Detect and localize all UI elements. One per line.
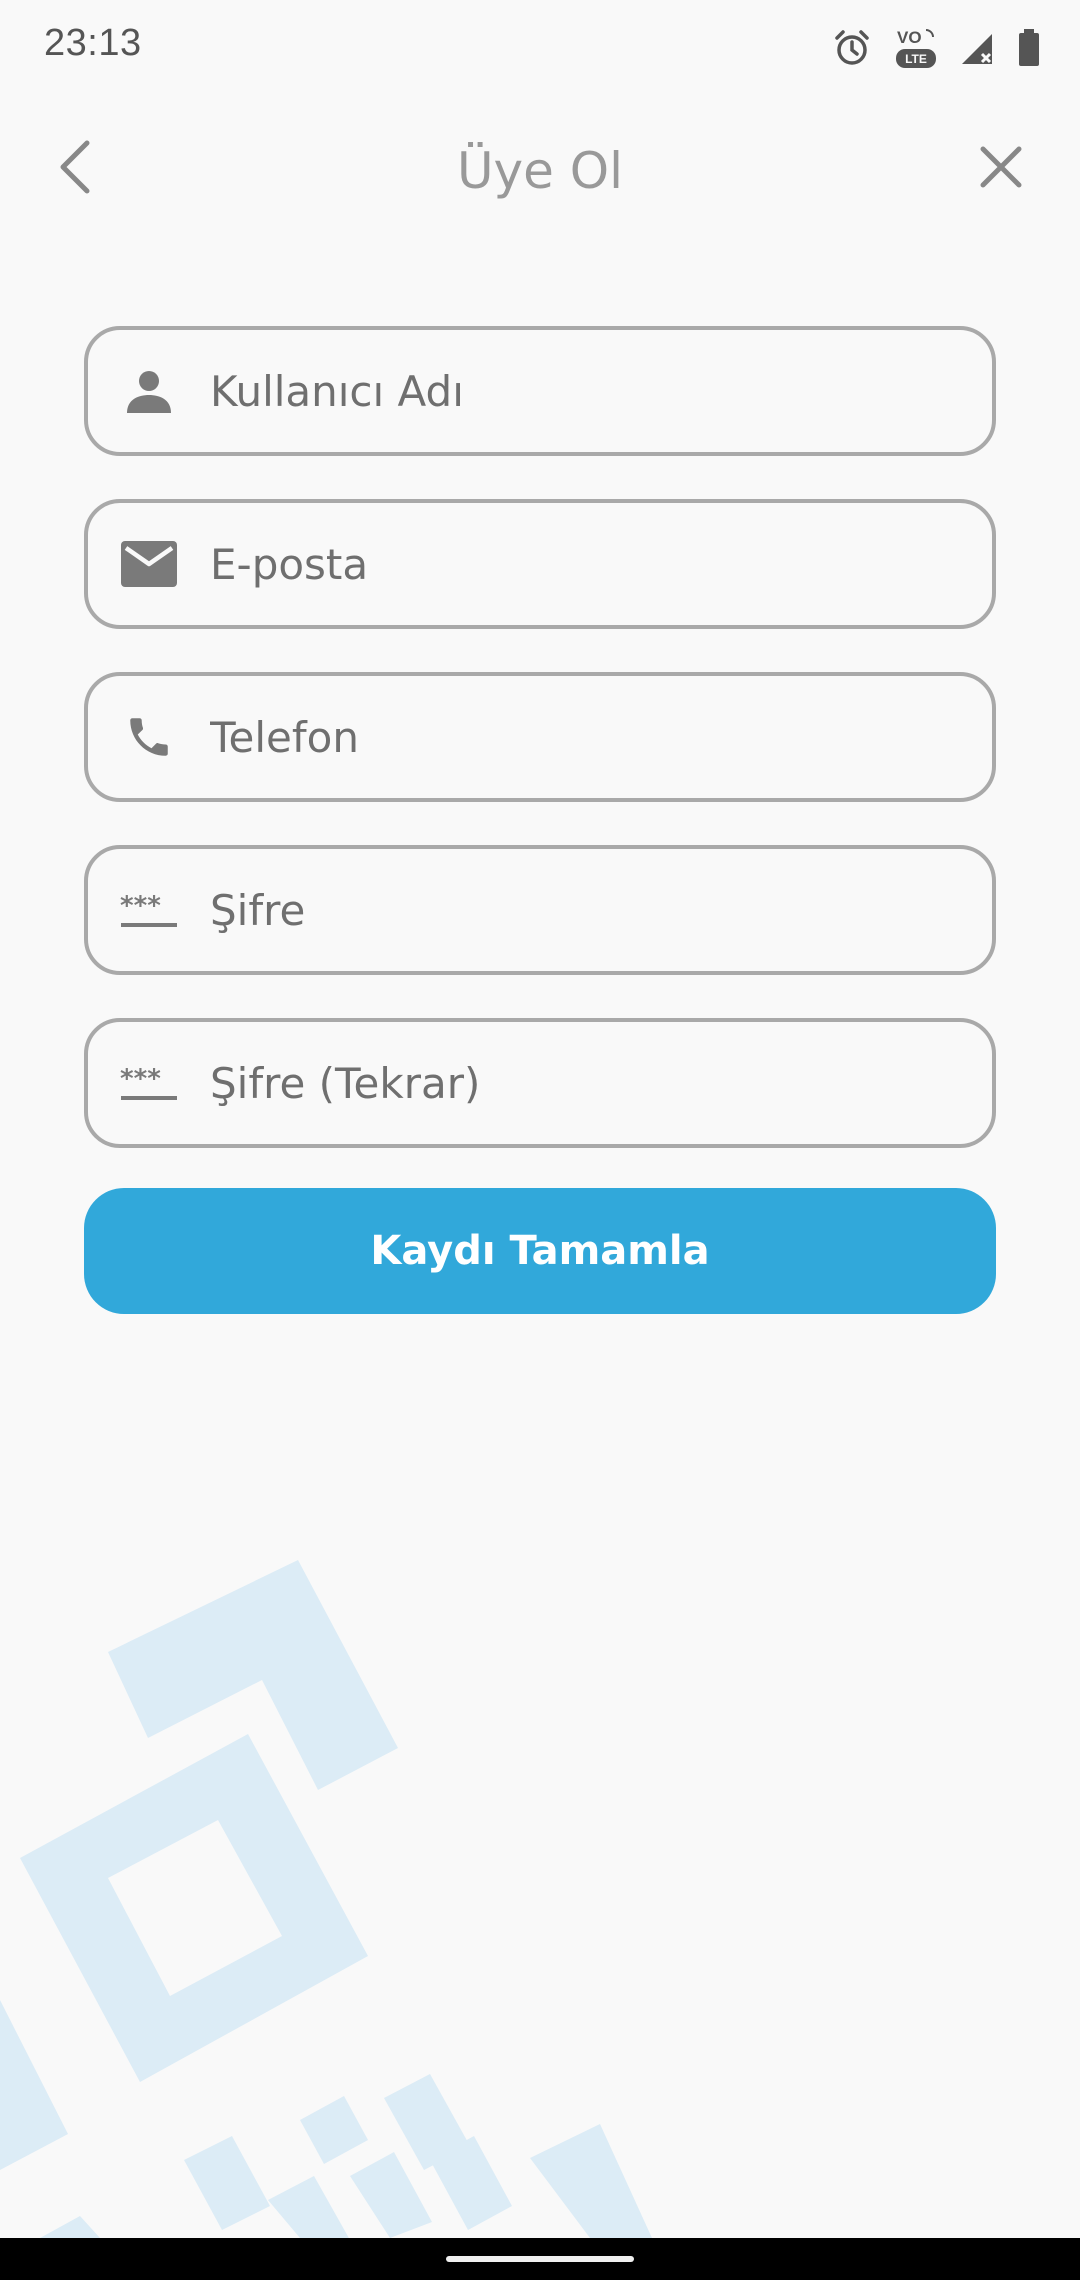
close-button[interactable] (966, 132, 1036, 202)
battery-icon (1018, 29, 1040, 67)
status-bar: 23:13 VO LTE (0, 0, 1080, 96)
close-icon (980, 146, 1022, 188)
background-pattern (0, 1560, 652, 2240)
lte-label: LTE (905, 52, 927, 66)
alarm-icon (832, 28, 872, 68)
password-input[interactable] (210, 849, 962, 971)
username-input[interactable] (210, 330, 962, 452)
phone-field[interactable] (84, 672, 996, 802)
password-field[interactable]: *** (84, 845, 996, 975)
complete-registration-button[interactable]: Kaydı Tamamla (84, 1188, 996, 1314)
page-title: Üye Ol (456, 142, 624, 200)
status-time: 23:13 (44, 22, 142, 64)
email-field[interactable] (84, 499, 996, 629)
phone-icon (118, 706, 180, 768)
app-header: Üye Ol (0, 120, 1080, 230)
password-repeat-field[interactable]: *** (84, 1018, 996, 1148)
status-icons: VO LTE (832, 24, 1040, 72)
person-icon (118, 360, 180, 422)
phone-input[interactable] (210, 676, 962, 798)
signup-form: *** *** Kaydı Tamamla (84, 326, 996, 1314)
navigation-bar (0, 2238, 1080, 2280)
password-icon: *** (118, 1052, 180, 1114)
signal-icon (960, 30, 996, 66)
svg-text:***: *** (120, 1064, 161, 1094)
svg-text:***: *** (120, 891, 161, 921)
password-repeat-input[interactable] (210, 1022, 962, 1144)
username-field[interactable] (84, 326, 996, 456)
signup-screen: 23:13 VO LTE Üye Ol Kullanıcı Adı E-post… (0, 0, 1080, 2280)
email-input[interactable] (210, 503, 962, 625)
volte-label: VO (897, 28, 922, 47)
mail-icon (118, 533, 180, 595)
home-indicator[interactable] (446, 2256, 634, 2262)
volte-lte-icon: VO LTE (894, 26, 938, 70)
password-icon: *** (118, 879, 180, 941)
